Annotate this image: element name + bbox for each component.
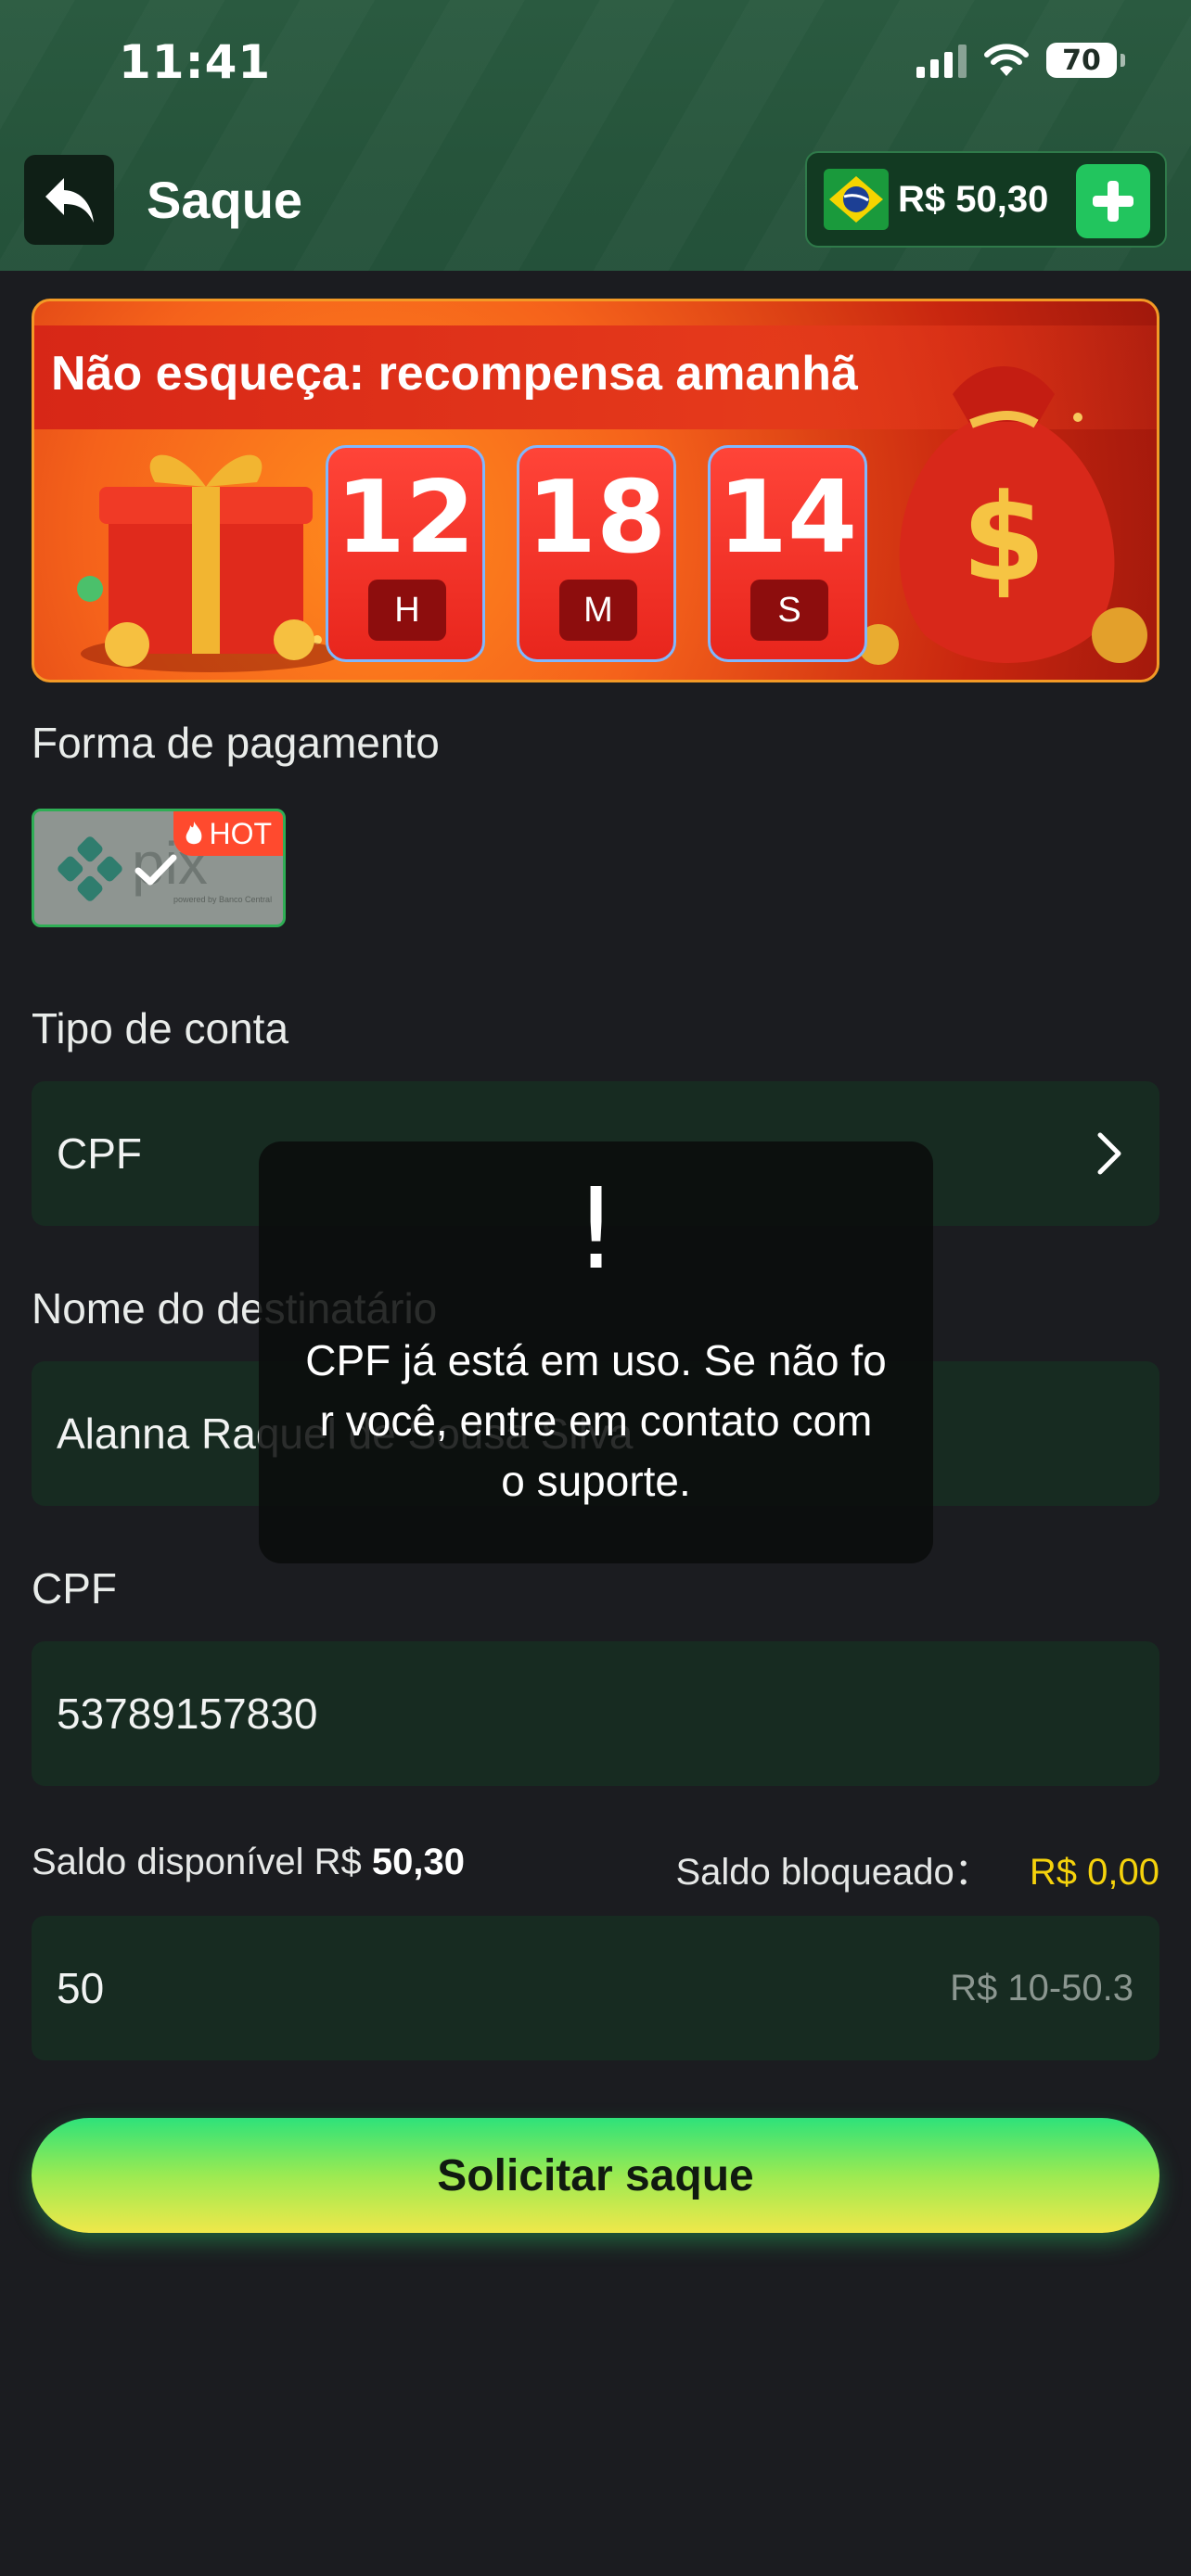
- reward-countdown-banner[interactable]: Não esqueça: recompensa amanhã $ 12 H 18…: [32, 299, 1159, 682]
- cpf-input[interactable]: 53789157830: [32, 1641, 1159, 1786]
- error-toast: ! CPF já está em uso. Se não for você, e…: [259, 1141, 933, 1563]
- account-type-label: Tipo de conta: [32, 1004, 289, 1052]
- status-icons: 70: [916, 43, 1125, 78]
- countdown-timer: 12 H 18 M 14 S: [326, 445, 867, 662]
- back-button[interactable]: [24, 155, 114, 245]
- hot-badge-label: HOT: [209, 816, 272, 850]
- withdraw-amount-value: 50: [57, 1964, 105, 2012]
- account-type-value: CPF: [57, 1129, 142, 1178]
- payment-method-label: Forma de pagamento: [32, 719, 440, 767]
- timer-minutes-unit: M: [559, 580, 637, 641]
- page-title: Saque: [147, 171, 303, 229]
- hot-badge: HOT: [173, 811, 283, 856]
- balance-pill[interactable]: R$ 50,30: [805, 151, 1167, 248]
- error-toast-message: CPF já está em uso. Se não for você, ent…: [305, 1336, 887, 1505]
- battery-level: 70: [1062, 44, 1101, 77]
- plus-icon: [1093, 181, 1133, 222]
- app-header: 11:41 70 Saque R$ 50,30: [0, 0, 1191, 271]
- timer-hours-unit: H: [368, 580, 446, 641]
- wifi-icon: [984, 44, 1029, 76]
- flame-icon: [186, 822, 202, 845]
- timer-hours: 12 H: [326, 445, 485, 662]
- withdraw-amount-input[interactable]: 50 R$ 10-50.3: [32, 1916, 1159, 2060]
- chevron-right-icon: [1097, 1132, 1121, 1175]
- deposit-plus-button[interactable]: [1076, 164, 1150, 238]
- available-balance-value: 50,30: [371, 1842, 466, 1882]
- timer-seconds-value: 14: [717, 460, 858, 576]
- timer-hours-value: 12: [335, 460, 476, 576]
- withdraw-amount-range-hint: R$ 10-50.3: [950, 1967, 1133, 2009]
- battery-icon: 70: [1046, 43, 1125, 78]
- back-arrow-icon: [45, 177, 94, 223]
- timer-minutes-value: 18: [526, 460, 667, 576]
- cellular-signal-icon: [916, 43, 967, 78]
- payment-option-pix[interactable]: pix powered by Banco Central HOT: [32, 809, 286, 927]
- timer-minutes: 18 M: [517, 445, 676, 662]
- timer-seconds-unit: S: [750, 580, 828, 641]
- available-balance: Saldo disponível R$ 50,30: [32, 1842, 465, 1883]
- balance-amount: R$ 50,30: [898, 178, 1049, 220]
- svg-text:$: $: [962, 467, 1045, 608]
- exclamation-icon: !: [573, 1166, 619, 1294]
- gift-box-icon: [77, 454, 340, 672]
- selected-check-icon: [134, 854, 177, 886]
- money-bag-icon: $: [858, 366, 1147, 665]
- status-time: 11:41: [119, 35, 272, 89]
- balance-info-row: Saldo disponível R$ 50,30 Saldo bloquead…: [32, 1842, 1159, 1893]
- blocked-balance-value: R$ 0,00: [1029, 1852, 1159, 1893]
- banner-title: Não esqueça: recompensa amanhã: [51, 347, 858, 401]
- timer-seconds: 14 S: [708, 445, 867, 662]
- pix-logo-caption: powered by Banco Central: [173, 895, 272, 904]
- blocked-balance: Saldo bloqueado： R$ 0,00: [675, 1842, 1159, 1895]
- brazil-flag-icon: [824, 169, 889, 230]
- request-withdrawal-button[interactable]: Solicitar saque: [32, 2118, 1159, 2233]
- cpf-label: CPF: [32, 1564, 117, 1613]
- cpf-value: 53789157830: [57, 1690, 318, 1738]
- blocked-balance-label: Saldo bloqueado：: [675, 1852, 992, 1893]
- available-balance-label: Saldo disponível R$: [32, 1842, 362, 1882]
